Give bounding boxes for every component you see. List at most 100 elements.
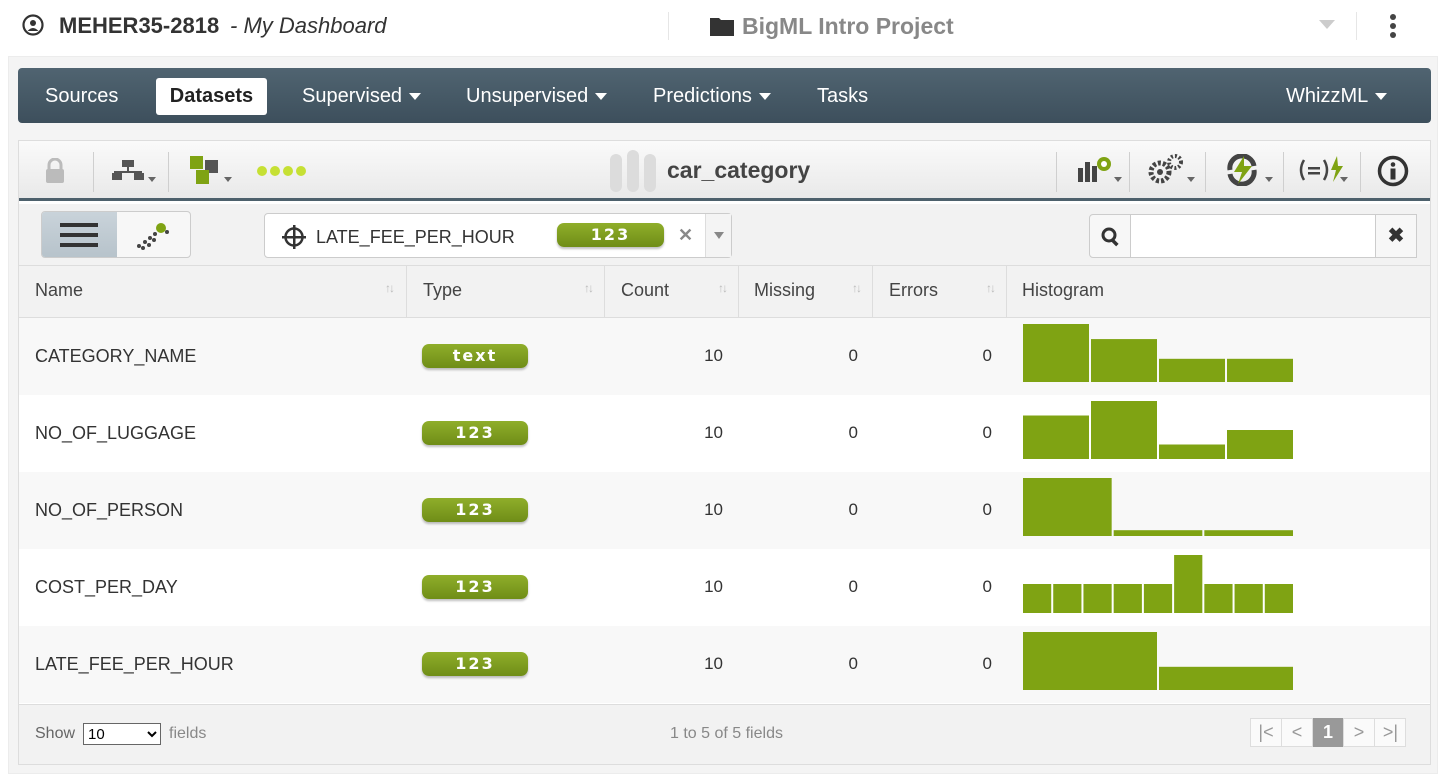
project-dropdown-icon[interactable]	[1319, 20, 1335, 29]
prev-page-icon[interactable]: <	[1282, 718, 1313, 747]
scatterplot-view-button[interactable]	[117, 212, 190, 257]
chevron-down-icon[interactable]	[1187, 177, 1195, 182]
histogram-bar[interactable]	[1264, 584, 1293, 613]
chevron-down-icon[interactable]	[1340, 177, 1348, 182]
table-row[interactable]: CATEGORY_NAME text 10 0 0	[19, 318, 1430, 395]
search-button[interactable]	[1089, 214, 1131, 258]
histogram-bar[interactable]	[1159, 358, 1225, 382]
chevron-down-icon[interactable]	[1114, 177, 1122, 182]
one-click-icon[interactable]	[1224, 154, 1262, 186]
histogram[interactable]	[1023, 555, 1293, 613]
field-type-badge: 123	[422, 498, 528, 522]
histogram-bar[interactable]	[1023, 324, 1089, 382]
histogram[interactable]	[1023, 478, 1293, 536]
histogram-bar[interactable]	[1083, 584, 1112, 613]
nav-supervised-label: Supervised	[302, 85, 403, 107]
field-count: 10	[704, 346, 723, 365]
dashboard-label[interactable]: - My Dashboard	[230, 13, 387, 39]
histogram-bar[interactable]	[1023, 632, 1157, 690]
nav-tasks[interactable]: Tasks	[817, 85, 868, 108]
gears-icon[interactable]	[1148, 154, 1184, 186]
histogram-bar[interactable]	[1113, 530, 1203, 536]
histogram-bar[interactable]	[1174, 555, 1203, 613]
chevron-down-icon[interactable]	[1265, 177, 1273, 182]
top-bar: MEHER35-2818 - My Dashboard BigML Intro …	[0, 0, 1443, 52]
nav-whizzml[interactable]: WhizzML	[1286, 85, 1388, 108]
page-size-select[interactable]: 10	[83, 723, 161, 745]
chevron-down-icon	[714, 232, 724, 239]
histogram-bar[interactable]	[1159, 444, 1225, 460]
histogram-bar[interactable]	[1023, 584, 1052, 613]
nav-sources[interactable]: Sources	[45, 85, 118, 108]
lock-icon[interactable]	[44, 158, 66, 184]
field-missing: 0	[848, 577, 858, 596]
field-types-icon[interactable]	[188, 154, 222, 186]
current-page[interactable]: 1	[1313, 718, 1344, 747]
column-header-name[interactable]: Name	[35, 280, 83, 301]
histogram[interactable]	[1023, 632, 1293, 690]
histogram-bar[interactable]	[1143, 584, 1173, 613]
histogram-bar[interactable]	[1053, 584, 1082, 613]
divider	[1283, 152, 1284, 192]
histogram-bar[interactable]	[1159, 666, 1293, 690]
column-header-count[interactable]: Count	[621, 280, 669, 301]
objective-dropdown-button[interactable]	[705, 214, 731, 257]
chevron-down-icon[interactable]	[148, 177, 156, 182]
column-header-type[interactable]: Type	[423, 280, 462, 301]
nav-supervised[interactable]: Supervised	[302, 85, 422, 108]
project-name[interactable]: BigML Intro Project	[742, 13, 954, 40]
tree-icon[interactable]	[110, 158, 146, 184]
user-name[interactable]: MEHER35-2818	[59, 13, 219, 39]
histogram-bar[interactable]	[1227, 430, 1293, 459]
next-page-icon[interactable]: >	[1344, 718, 1375, 747]
table-row[interactable]: NO_OF_PERSON 123 10 0 0	[19, 472, 1430, 549]
sort-icon[interactable]: ↑↓	[385, 281, 395, 295]
field-type-badge: 123	[422, 652, 528, 676]
histogram-bar[interactable]	[1023, 415, 1089, 460]
histogram-bar[interactable]	[1023, 478, 1112, 536]
analyze-icon[interactable]	[1076, 154, 1114, 184]
first-page-icon[interactable]: |<	[1251, 718, 1282, 747]
histogram-bar[interactable]	[1204, 530, 1293, 536]
sort-icon[interactable]: ↑↓	[852, 281, 862, 295]
nav-datasets[interactable]: Datasets	[156, 78, 267, 115]
histogram-bar[interactable]	[1091, 339, 1157, 382]
column-header-errors[interactable]: Errors	[889, 280, 938, 301]
histogram[interactable]	[1023, 324, 1293, 382]
search-input[interactable]	[1130, 214, 1376, 258]
field-errors: 0	[982, 577, 992, 596]
divider	[93, 152, 94, 192]
nav-unsupervised[interactable]: Unsupervised	[466, 85, 608, 108]
field-errors: 0	[982, 346, 992, 365]
table-row[interactable]: LATE_FEE_PER_HOUR 123 10 0 0	[19, 626, 1430, 703]
column-header-histogram: Histogram	[1022, 280, 1105, 300]
sort-icon[interactable]: ↑↓	[584, 281, 594, 295]
field-count: 10	[704, 577, 723, 596]
info-icon[interactable]	[1377, 155, 1409, 187]
close-icon[interactable]: ✕	[678, 225, 693, 246]
histogram-bar[interactable]	[1234, 584, 1263, 613]
histogram[interactable]	[1023, 401, 1293, 459]
table-row[interactable]: COST_PER_DAY 123 10 0 0	[19, 549, 1430, 626]
histogram-bar[interactable]	[1204, 584, 1233, 613]
dataset-icon	[610, 150, 656, 192]
divider	[1360, 152, 1361, 192]
nav-predictions[interactable]: Predictions	[653, 85, 771, 108]
table-row[interactable]: NO_OF_LUGGAGE 123 10 0 0	[19, 395, 1430, 472]
list-view-button[interactable]	[42, 212, 117, 257]
histogram-bar[interactable]	[1113, 584, 1142, 613]
sort-icon[interactable]: ↑↓	[986, 281, 996, 295]
histogram-bar[interactable]	[1091, 401, 1157, 459]
divider	[668, 12, 669, 40]
user-icon[interactable]	[22, 14, 44, 36]
histogram-bar[interactable]	[1227, 358, 1293, 382]
column-header-missing[interactable]: Missing	[754, 280, 815, 301]
clear-search-icon[interactable]: ✖	[1375, 214, 1417, 258]
more-menu-icon[interactable]	[1384, 12, 1402, 42]
field-name: CATEGORY_NAME	[35, 346, 197, 366]
sort-icon[interactable]: ↑↓	[718, 281, 728, 295]
divider	[1056, 152, 1057, 192]
chevron-down-icon[interactable]	[224, 177, 232, 182]
last-page-icon[interactable]: >|	[1375, 718, 1406, 747]
folder-icon	[710, 18, 734, 36]
